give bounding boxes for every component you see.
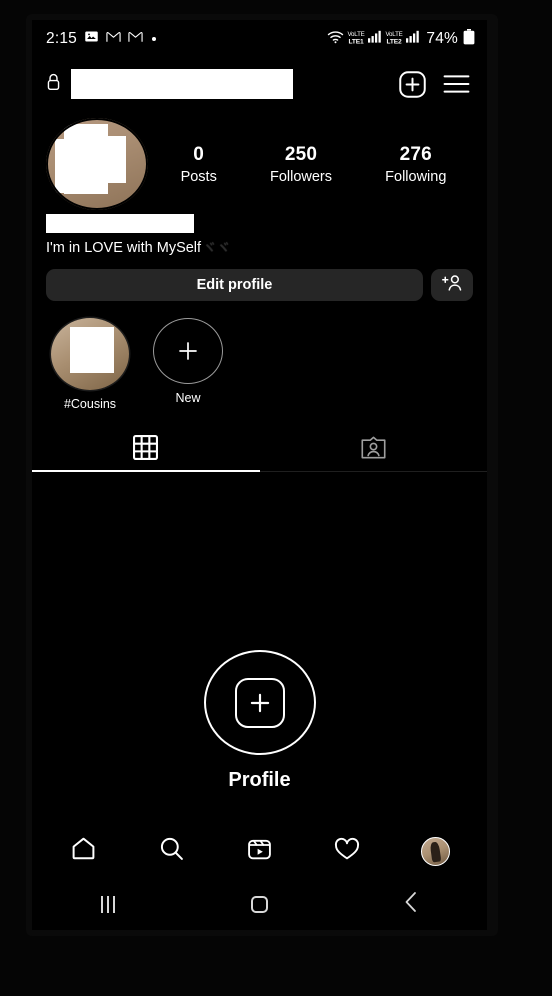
status-bar: 2:15 VoLTE LTE1 VoLTE LTE2 74% [32,20,487,58]
new-highlight-circle [153,318,223,384]
volte-sim1-indicator: VoLTE LTE1 [347,31,365,46]
highlight-redaction-block [70,327,114,373]
stat-label: Posts [180,168,217,185]
highlight-new[interactable]: New [148,318,228,411]
gallery-icon [84,29,99,49]
tagged-person-icon [361,436,386,464]
display-name-redacted [46,214,194,233]
home-square-icon [250,895,268,913]
stat-followers[interactable]: 250 Followers [270,144,332,185]
stat-following[interactable]: 276 Following [385,144,446,185]
add-person-icon [441,274,463,297]
discover-people-button[interactable] [431,269,473,301]
stat-posts[interactable]: 0 Posts [181,144,217,185]
stat-value: 276 [399,143,432,165]
nav-reels-button[interactable] [237,829,281,873]
status-bar-right: VoLTE LTE1 VoLTE LTE2 74% [327,20,475,58]
profile-info-row: 0 Posts 250 Followers 276 Following [32,110,487,210]
profile-stats: 0 Posts 250 Followers 276 Following [148,144,473,185]
recents-icon [100,895,115,913]
gmail-icon [128,30,143,48]
wifi-icon [327,30,344,49]
story-highlights-row: #Cousins New [32,301,487,411]
bio-emoji: ヾヾ [202,240,231,257]
nav-activity-button[interactable] [325,829,369,873]
dot-icon [151,37,156,41]
avatar-ring [46,118,148,210]
nav-search-button[interactable] [150,829,194,873]
device-frame: 2:15 VoLTE LTE1 VoLTE LTE2 74% 0 Posts 2… [0,0,552,996]
highlight-thumbnail [51,318,129,390]
lock-icon [46,73,61,96]
highlight-cousins[interactable]: #Cousins [50,318,130,411]
tab-tagged[interactable] [260,429,488,471]
home-icon [71,836,96,866]
grid-icon [133,435,159,465]
new-post-button[interactable] [395,67,429,101]
app-header [32,58,487,110]
battery-icon [463,28,475,50]
nav-profile-button[interactable] [413,829,457,873]
gmail-icon [106,30,121,48]
status-bar-clock: 2:15 [46,30,77,47]
search-icon [159,836,184,866]
signal-bars-sim1-icon [368,30,382,48]
hamburger-menu-button[interactable] [439,67,473,101]
tab-grid[interactable] [32,429,260,471]
empty-state-label: Profile [228,769,291,791]
back-chevron-icon [403,891,419,918]
profile-tabs [32,429,487,471]
nav-home-button[interactable] [62,829,106,873]
battery-percent-label: 74% [426,30,458,47]
posts-content-area: Profile [32,472,487,832]
stat-value: 250 [284,143,318,165]
heart-icon [334,837,360,866]
plus-icon [179,342,197,360]
stat-label: Following [385,168,447,185]
avatar[interactable] [46,118,148,210]
bio-label: I'm in LOVE with MySelf [46,239,202,256]
empty-state-circle[interactable] [203,650,316,755]
profile-avatar-icon [420,836,450,866]
highlight-label: New [175,391,201,405]
volte-sim2-indicator: VoLTE LTE2 [385,31,403,46]
stat-label: Followers [269,168,333,185]
reels-icon [247,836,272,866]
plus-rounded-square-icon [234,677,285,728]
recents-button[interactable] [78,884,138,924]
back-button[interactable] [381,884,441,924]
android-system-navigation [32,878,487,930]
highlight-label: #Cousins [63,397,117,411]
bio-text: I'm in LOVE with MySelf ヾヾ [46,237,473,258]
username-redacted[interactable] [71,69,293,99]
profile-bio-block: I'm in LOVE with MySelf ヾヾ [32,210,487,258]
bottom-navigation-bar [32,826,487,876]
signal-bars-sim2-icon [406,30,420,48]
profile-action-row: Edit profile [32,258,487,301]
phone-screen: 2:15 VoLTE LTE1 VoLTE LTE2 74% 0 Posts 2… [32,20,487,930]
stat-value: 0 [193,143,205,165]
home-button[interactable] [229,884,289,924]
edit-profile-button[interactable]: Edit profile [46,269,423,301]
empty-profile-state: Profile [203,650,316,792]
status-bar-left: 2:15 [46,20,156,58]
